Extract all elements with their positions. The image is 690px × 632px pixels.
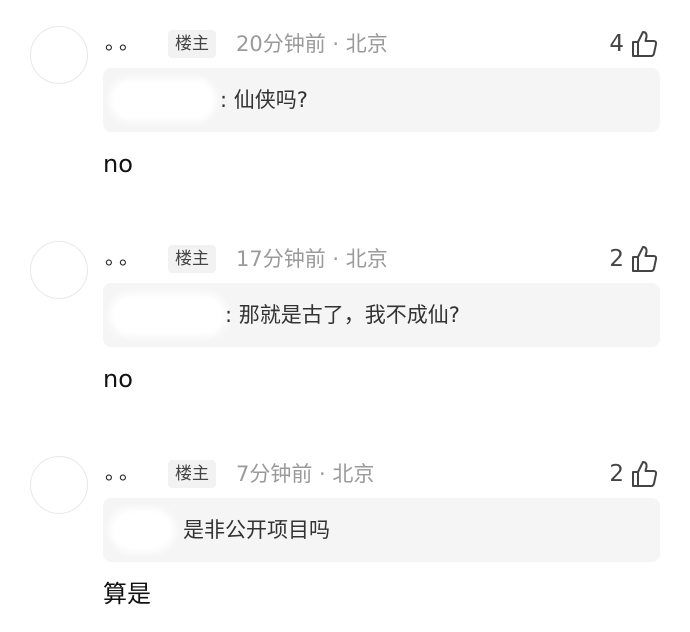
username[interactable]: 。。	[105, 458, 143, 486]
avatar[interactable]	[30, 26, 88, 84]
quoted-comment[interactable]: : 那就是古了，我不成仙?	[103, 283, 660, 347]
username[interactable]: 。。	[105, 243, 143, 271]
like-count: 4	[609, 31, 624, 57]
comment-item: 。。 楼主 7分钟前 · 北京 2 是非公开项目吗 算是	[0, 430, 690, 630]
comment-item: 。。 楼主 17分钟前 · 北京 2 : 那就是古了，我不成仙? no	[0, 215, 690, 415]
quote-text: : 仙侠吗?	[220, 88, 308, 112]
like-button[interactable]: 2	[609, 458, 660, 490]
thumbs-up-icon[interactable]	[628, 28, 660, 60]
quote-text: : 那就是古了，我不成仙?	[225, 303, 460, 327]
comment-meta: 17分钟前 · 北京	[236, 247, 388, 271]
username[interactable]: 。。	[105, 28, 143, 56]
thumbs-up-icon[interactable]	[628, 243, 660, 275]
like-button[interactable]: 2	[609, 243, 660, 275]
redacted-name	[109, 508, 175, 552]
quote-text: 是非公开项目吗	[183, 518, 330, 542]
like-count: 2	[609, 461, 624, 487]
like-count: 2	[609, 246, 624, 272]
op-badge: 楼主	[168, 460, 216, 488]
thumbs-up-icon[interactable]	[628, 458, 660, 490]
reply-text: no	[103, 150, 133, 178]
comment-item: 。。 楼主 20分钟前 · 北京 4 : 仙侠吗? no	[0, 0, 690, 200]
quoted-comment[interactable]: 是非公开项目吗	[103, 498, 660, 562]
redacted-name	[109, 293, 227, 337]
comment-meta: 7分钟前 · 北京	[236, 462, 375, 486]
redacted-name	[109, 78, 217, 122]
avatar[interactable]	[30, 456, 88, 514]
quoted-comment[interactable]: : 仙侠吗?	[103, 68, 660, 132]
reply-text: no	[103, 365, 133, 393]
like-button[interactable]: 4	[609, 28, 660, 60]
avatar[interactable]	[30, 241, 88, 299]
op-badge: 楼主	[168, 245, 216, 273]
reply-text: 算是	[103, 580, 151, 608]
comment-meta: 20分钟前 · 北京	[236, 32, 388, 56]
op-badge: 楼主	[168, 30, 216, 58]
